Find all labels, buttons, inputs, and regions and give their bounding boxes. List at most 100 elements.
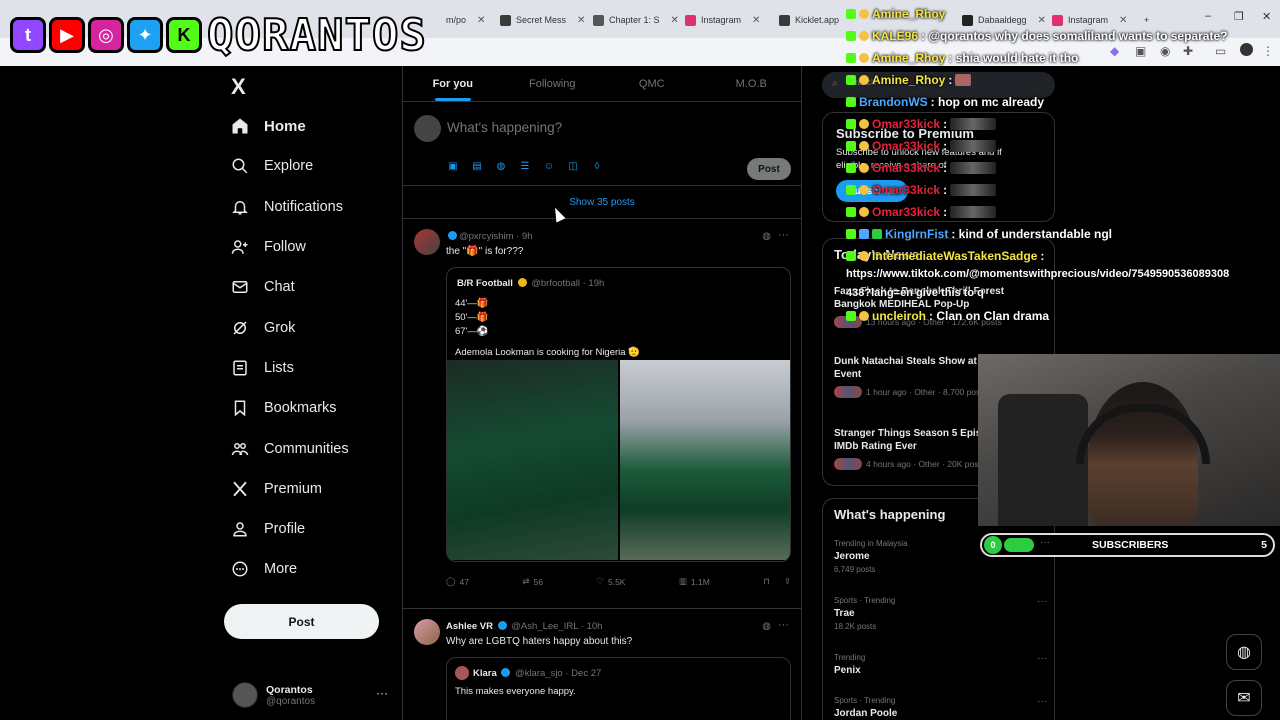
- trend-item[interactable]: Sports · Trending Trae 18.2K posts ···: [834, 596, 1049, 631]
- close-tab-icon[interactable]: ✕: [752, 15, 760, 26]
- compose-box: ▣ ▤ ◍ ☰ ☺ ◫ ◊: [403, 102, 801, 186]
- more-icon[interactable]: ···: [1037, 696, 1047, 707]
- nav-profile[interactable]: Profile: [230, 509, 400, 549]
- instagram-favicon-icon: [685, 14, 696, 26]
- quoted-tweet[interactable]: B/R Football @brfootball · 19h 44'—🎁 50'…: [446, 267, 791, 562]
- badge-icon: [859, 251, 869, 261]
- compose-input[interactable]: [447, 120, 747, 135]
- grok-float-button[interactable]: ◍: [1226, 634, 1262, 670]
- home-icon: [230, 116, 250, 136]
- grok-icon[interactable]: ◍: [495, 160, 507, 172]
- repost-button[interactable]: ⇄ 56: [522, 576, 543, 587]
- tweet-header: Ashlee VR @Ash_Lee_IRL · 10h: [446, 621, 603, 632]
- tab-mob[interactable]: M.O.B: [702, 66, 802, 101]
- browser-tab[interactable]: m/po ✕: [446, 10, 492, 30]
- tweet-image[interactable]: [447, 360, 618, 560]
- nav-notifications[interactable]: Notifications: [230, 187, 400, 227]
- streamer-name: QORANTOS: [206, 9, 427, 62]
- x-logo[interactable]: X: [231, 74, 246, 100]
- tweet-image[interactable]: [620, 360, 790, 560]
- emote: [950, 162, 997, 174]
- close-tab-icon[interactable]: ✕: [671, 15, 678, 26]
- trend-item[interactable]: Trending Penix ···: [834, 653, 1049, 676]
- tab-following[interactable]: Following: [503, 66, 603, 101]
- nav-more[interactable]: More: [230, 549, 400, 589]
- messages-float-button[interactable]: ✉: [1226, 680, 1262, 716]
- more-icon[interactable]: ···: [778, 619, 789, 631]
- tweet-text: the "🎁" is for???: [446, 246, 524, 257]
- tweet[interactable]: Ashlee VR @Ash_Lee_IRL · 10h ◍ ··· Why a…: [403, 609, 801, 720]
- quote-line: Ademola Lookman is cooking for Nigeria 🫡: [455, 347, 641, 358]
- grok-icon[interactable]: ◍: [762, 621, 771, 632]
- nav-bookmarks[interactable]: Bookmarks: [230, 388, 400, 428]
- views-button[interactable]: ▥ 1.1M: [679, 576, 710, 587]
- nav-lists[interactable]: Lists: [230, 348, 400, 388]
- quote-line: 50'—🎁: [455, 312, 489, 323]
- tweet[interactable]: @pxrcyishim · 9h ◍ ··· the "🎁" is for???…: [403, 219, 801, 609]
- close-tab-icon[interactable]: ✕: [477, 15, 485, 26]
- more-icon[interactable]: ···: [778, 229, 789, 241]
- chat-message: KALE96: @qorantos why does somaliland wa…: [846, 29, 1227, 43]
- chat-message: Amine_Rhoy:: [846, 73, 972, 87]
- reply-icon: ◯: [446, 576, 456, 586]
- nav-communities[interactable]: Communities: [230, 428, 400, 468]
- trend-item[interactable]: Sports · Trending Jordan Poole ···: [834, 696, 1049, 719]
- browser-tab[interactable]: Chapter 1: S ✕: [593, 10, 678, 30]
- compose-post-button[interactable]: Post: [747, 158, 791, 180]
- browser-tab[interactable]: Secret Mess ✕: [500, 10, 585, 30]
- tab-qmc[interactable]: QMC: [602, 66, 702, 101]
- tab-favicon-icon: [500, 14, 511, 26]
- streamer-logo-overlay: t ▶ ◎ ✦ K QORANTOS: [10, 8, 427, 62]
- more-icon[interactable]: ···: [1037, 596, 1047, 607]
- nav-chat[interactable]: Chat: [230, 267, 400, 307]
- grok-icon[interactable]: ◍: [762, 231, 771, 242]
- bookmark-button[interactable]: ⊓ ⇪: [763, 576, 791, 587]
- browser-tab[interactable]: Instagram ✕: [685, 10, 770, 30]
- tab-for-you[interactable]: For you: [403, 66, 503, 101]
- like-button[interactable]: ♡ 5.5K: [596, 576, 625, 587]
- more-icon[interactable]: ···: [376, 686, 388, 700]
- verified-icon: [517, 278, 527, 287]
- account-switcher[interactable]: Qorantos @qorantos ···: [232, 680, 392, 710]
- reply-button[interactable]: ◯ 47: [446, 576, 469, 587]
- share-icon[interactable]: ⇪: [784, 576, 791, 587]
- quote-header: Klara @klara_sjo · Dec 27: [473, 668, 602, 679]
- chat-message: BrandonWS: hop on mc already: [846, 95, 1044, 109]
- location-icon[interactable]: ◊: [591, 160, 603, 172]
- kick-badge-icon: [846, 251, 856, 261]
- gif-icon[interactable]: ▤: [471, 160, 483, 172]
- image-icon[interactable]: ▣: [447, 160, 459, 172]
- browser-tab[interactable]: Kicklet.app: [779, 10, 839, 30]
- nav-home[interactable]: Home: [230, 106, 400, 146]
- more-icon[interactable]: ···: [1037, 653, 1047, 664]
- heart-icon: ♡: [596, 576, 604, 586]
- poll-icon[interactable]: ☰: [519, 160, 531, 172]
- more-icon: [230, 559, 250, 579]
- emoji-icon[interactable]: ☺: [543, 160, 555, 172]
- emote: [955, 74, 972, 86]
- close-tab-icon[interactable]: ✕: [577, 15, 585, 26]
- quoted-tweet[interactable]: Klara @klara_sjo · Dec 27 This makes eve…: [446, 657, 791, 720]
- post-button[interactable]: Post: [224, 604, 379, 639]
- timeline-tabs: For you Following QMC M.O.B: [403, 66, 801, 102]
- goal-dots: ···: [1040, 537, 1050, 548]
- badge-icon: [859, 163, 869, 173]
- schedule-icon[interactable]: ◫: [567, 160, 579, 172]
- webcam-feed: [978, 354, 1280, 526]
- chat-message: Omar33kick:: [846, 139, 997, 153]
- mail-icon: [230, 277, 250, 297]
- account-name: Qorantos: [266, 683, 313, 696]
- nav-premium[interactable]: Premium: [230, 469, 400, 509]
- chat-message: IntermediateWasTakenSadge:: [846, 249, 1044, 263]
- subscriber-label: SUBSCRIBERS: [1092, 539, 1169, 551]
- kick-badge-icon: [846, 229, 856, 239]
- nav-follow[interactable]: Follow: [230, 227, 400, 267]
- chat-message: uncleiroh: Clan on Clan drama: [846, 309, 1049, 323]
- nav-grok[interactable]: Grok: [230, 307, 400, 347]
- nav-explore[interactable]: Explore: [230, 146, 400, 186]
- kick-badge-icon: [846, 75, 856, 85]
- x-premium-icon: [230, 479, 250, 499]
- webcam-chair: [998, 394, 1088, 526]
- badge-icon: [859, 207, 869, 217]
- show-new-posts[interactable]: Show 35 posts: [403, 186, 801, 219]
